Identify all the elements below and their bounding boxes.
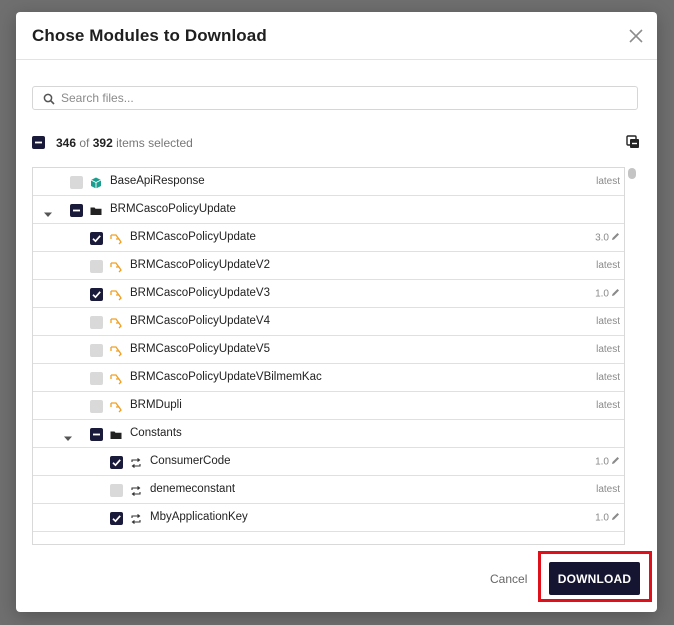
row-checkbox[interactable] xyxy=(90,232,103,245)
row-label: BRMCascoPolicyUpdateVBilmemKac xyxy=(130,371,322,383)
download-modules-dialog: Chose Modules to Download 346 of 392 ite… xyxy=(16,12,657,612)
row-label: denemeconstant xyxy=(150,483,236,495)
row-label: BRMCascoPolicyUpdate xyxy=(130,231,256,243)
row-label: Constants xyxy=(130,427,182,439)
row-checkbox[interactable] xyxy=(90,344,103,357)
folder-checkbox[interactable] xyxy=(90,428,103,441)
dialog-header: Chose Modules to Download xyxy=(16,12,657,60)
tree-row[interactable]: BRMCascoPolicyUpdateV3 1.0 xyxy=(33,280,624,308)
tree-row[interactable]: BRMCascoPolicyUpdateV5 latest xyxy=(33,336,624,364)
tree-row[interactable]: MbyApplicationKey 1.0 xyxy=(33,504,624,532)
constant-repeat-icon xyxy=(130,512,142,524)
folder-icon xyxy=(110,428,122,440)
row-version: 1.0 xyxy=(595,288,620,300)
row-version: latest xyxy=(596,316,620,327)
select-all-checkbox[interactable] xyxy=(32,136,45,149)
row-checkbox[interactable] xyxy=(90,260,103,273)
tree-row[interactable]: denemeconstant latest xyxy=(33,476,624,504)
row-label: BRMCascoPolicyUpdateV2 xyxy=(130,259,270,271)
tree-row[interactable]: BaseApiResponse latest xyxy=(33,168,624,196)
rule-icon xyxy=(110,260,122,273)
pencil-icon[interactable] xyxy=(611,512,620,524)
constant-repeat-icon xyxy=(130,456,142,468)
pencil-icon[interactable] xyxy=(611,456,620,468)
row-version: 3.0 xyxy=(595,232,620,244)
model-cube-icon xyxy=(90,176,102,189)
row-label: ConsumerCode xyxy=(150,455,231,467)
row-checkbox[interactable] xyxy=(110,512,123,525)
download-button[interactable]: DOWNLOAD xyxy=(549,562,640,595)
row-label: BRMCascoPolicyUpdate xyxy=(110,203,236,215)
row-checkbox[interactable] xyxy=(90,316,103,329)
rule-icon xyxy=(110,372,122,385)
caret-down-icon[interactable] xyxy=(43,206,53,217)
selection-count: 346 of 392 items selected xyxy=(56,136,193,150)
rule-icon xyxy=(110,232,122,245)
row-label: MbyApplicationKey xyxy=(150,511,248,523)
rule-icon xyxy=(110,288,122,301)
row-version: latest xyxy=(596,400,620,411)
tree-row[interactable]: ConsumerCode 1.0 xyxy=(33,448,624,476)
row-label: BRMCascoPolicyUpdateV5 xyxy=(130,343,270,355)
folder-icon xyxy=(90,204,102,216)
row-checkbox[interactable] xyxy=(70,176,83,189)
rule-icon xyxy=(110,400,122,413)
row-version: latest xyxy=(596,372,620,383)
tree-row[interactable]: BRMCascoPolicyUpdateV2 latest xyxy=(33,252,624,280)
tree-row[interactable]: BRMCascoPolicyUpdate 3.0 xyxy=(33,224,624,252)
row-checkbox[interactable] xyxy=(110,456,123,469)
module-tree: BaseApiResponse latest BRMCascoPolicyUpd… xyxy=(32,167,625,545)
dialog-footer: Cancel DOWNLOAD xyxy=(16,552,657,612)
row-checkbox[interactable] xyxy=(90,372,103,385)
collapse-all-icon[interactable] xyxy=(625,134,641,150)
total-count: 392 xyxy=(92,136,113,150)
row-version: latest xyxy=(596,260,620,271)
row-label: BaseApiResponse xyxy=(110,175,205,187)
dialog-title: Chose Modules to Download xyxy=(32,26,267,45)
constant-repeat-icon xyxy=(130,484,142,496)
tree-row[interactable]: BRMDupli latest xyxy=(33,392,624,420)
search-box xyxy=(32,86,638,110)
selection-suffix: items selected xyxy=(116,136,193,150)
of-word: of xyxy=(79,136,90,150)
search-input[interactable] xyxy=(61,88,621,108)
selection-bar: 346 of 392 items selected xyxy=(32,134,641,152)
tree-row[interactable]: BRMCascoPolicyUpdateV4 latest xyxy=(33,308,624,336)
row-label: BRMDupli xyxy=(130,399,182,411)
row-version: latest xyxy=(596,484,620,495)
row-version: latest xyxy=(596,344,620,355)
pencil-icon[interactable] xyxy=(611,232,620,244)
search-icon xyxy=(43,92,55,105)
tree-folder-row[interactable]: BRMCascoPolicyUpdate xyxy=(33,196,624,224)
row-version: latest xyxy=(596,176,620,187)
tree-folder-row[interactable]: Constants xyxy=(33,420,624,448)
close-icon[interactable] xyxy=(629,29,643,43)
folder-checkbox[interactable] xyxy=(70,204,83,217)
row-checkbox[interactable] xyxy=(110,484,123,497)
row-label: BRMCascoPolicyUpdateV3 xyxy=(130,287,270,299)
row-version: 1.0 xyxy=(595,456,620,468)
cancel-button[interactable]: Cancel xyxy=(490,572,527,586)
rule-icon xyxy=(110,316,122,329)
pencil-icon[interactable] xyxy=(611,288,620,300)
row-version: 1.0 xyxy=(595,512,620,524)
row-checkbox[interactable] xyxy=(90,400,103,413)
row-label: BRMCascoPolicyUpdateV4 xyxy=(130,315,270,327)
tree-scrollbar-thumb[interactable] xyxy=(628,168,636,179)
rule-icon xyxy=(110,344,122,357)
selected-count: 346 xyxy=(56,136,77,150)
row-checkbox[interactable] xyxy=(90,288,103,301)
caret-down-icon[interactable] xyxy=(63,430,73,441)
tree-row[interactable]: BRMCascoPolicyUpdateVBilmemKac latest xyxy=(33,364,624,392)
